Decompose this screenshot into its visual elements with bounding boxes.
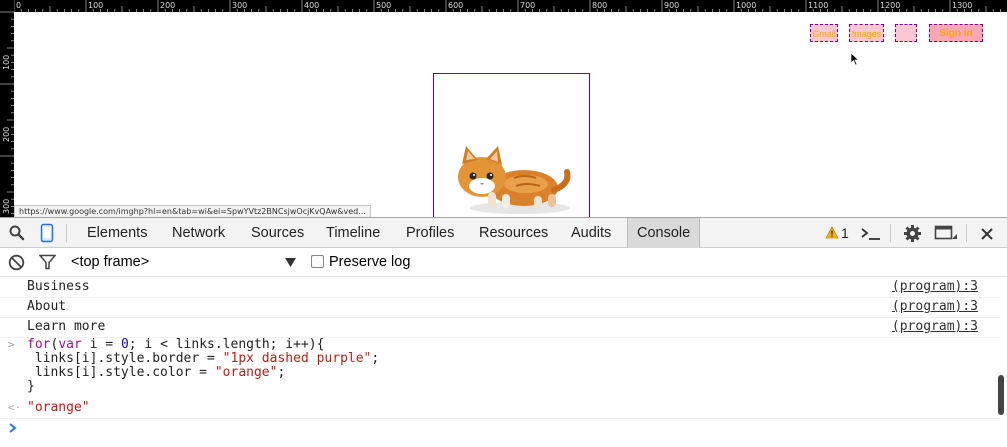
console-message: Learn more bbox=[27, 319, 106, 334]
ruler-label: 1100 bbox=[808, 1, 828, 10]
tab-timeline[interactable]: Timeline bbox=[326, 218, 380, 248]
ruler-label: 400 bbox=[304, 1, 319, 10]
list-item: Business (program):3 bbox=[0, 277, 1000, 298]
kitten-image bbox=[458, 146, 571, 214]
source-link[interactable]: (program):3 bbox=[892, 279, 978, 294]
clear-console-icon[interactable] bbox=[8, 254, 25, 271]
gmail-link[interactable]: Gmail bbox=[810, 24, 838, 42]
preserve-log-checkbox[interactable] bbox=[311, 255, 324, 268]
tab-elements[interactable]: Elements bbox=[87, 218, 147, 248]
toolbar-divider bbox=[890, 224, 891, 242]
source-link[interactable]: (program):3 bbox=[892, 299, 978, 314]
warning-count[interactable]: 1 bbox=[841, 218, 849, 248]
ruler-label: 700 bbox=[520, 1, 535, 10]
images-link[interactable]: Images bbox=[849, 24, 884, 42]
sign-in-button[interactable]: Sign in bbox=[929, 24, 983, 42]
devtools-panel: Elements Network Sources Timeline Profil… bbox=[0, 217, 1007, 447]
console-filterbar: <top frame> Preserve log bbox=[0, 248, 1007, 277]
toolbar-divider bbox=[66, 224, 67, 242]
input-prompt-icon: > bbox=[8, 338, 15, 351]
result-arrow-icon: <· bbox=[8, 401, 22, 414]
ruler-label: 100 bbox=[88, 1, 103, 10]
frame-selector[interactable]: <top frame> bbox=[71, 254, 149, 270]
tab-console[interactable]: Console bbox=[627, 218, 701, 248]
console-input-code: for(var i = 0; i < links.length; i++){ l… bbox=[27, 337, 380, 394]
console-prompt-input[interactable] bbox=[27, 419, 987, 441]
chevron-down-icon[interactable] bbox=[285, 258, 296, 267]
close-icon[interactable] bbox=[980, 227, 994, 241]
list-item: About (program):3 bbox=[0, 297, 1000, 318]
ruler-label: 200 bbox=[2, 127, 11, 142]
tab-network[interactable]: Network bbox=[172, 218, 225, 248]
ruler-label: 0 bbox=[16, 1, 21, 10]
ruler-label: 300 bbox=[2, 199, 11, 214]
ruler-label: 600 bbox=[448, 1, 463, 10]
device-mode-icon[interactable] bbox=[40, 223, 54, 243]
console-message: About bbox=[27, 299, 67, 314]
dock-side-icon[interactable] bbox=[934, 225, 958, 243]
ruler-label: 500 bbox=[376, 1, 391, 10]
list-item: Learn more (program):3 bbox=[0, 317, 1000, 338]
preserve-log-label[interactable]: Preserve log bbox=[329, 254, 410, 270]
page-viewport: Gmail Images Sign in bbox=[14, 12, 1007, 217]
ruler-top: 0 100 200 300 400 500 600 700 800 900 1000 1100 1200… bbox=[0, 0, 1007, 12]
image-result-box[interactable] bbox=[433, 73, 590, 217]
mouse-cursor-icon bbox=[850, 52, 860, 66]
ruler-label: 100 bbox=[2, 55, 11, 70]
source-link[interactable]: (program):3 bbox=[892, 319, 978, 334]
prompt-chevron-icon bbox=[9, 423, 17, 433]
warning-icon[interactable] bbox=[825, 226, 839, 239]
search-icon[interactable] bbox=[9, 225, 25, 241]
console-output[interactable]: Business (program):3 About (program):3 L… bbox=[0, 277, 1007, 447]
tab-profiles[interactable]: Profiles bbox=[406, 218, 454, 248]
ruler-label: 900 bbox=[664, 1, 679, 10]
tab-resources[interactable]: Resources bbox=[479, 218, 548, 248]
ruler-left: 100 200 300 bbox=[0, 0, 14, 217]
ruler-label: 200 bbox=[160, 1, 175, 10]
devtools-tabbar: Elements Network Sources Timeline Profil… bbox=[0, 217, 1007, 248]
ruler-label: 1300 bbox=[952, 1, 972, 10]
tab-audits[interactable]: Audits bbox=[571, 218, 611, 248]
ruler-label: 1200 bbox=[880, 1, 900, 10]
console-message: Business bbox=[27, 279, 90, 294]
filter-icon[interactable] bbox=[39, 254, 56, 270]
console-drawer-icon[interactable] bbox=[860, 227, 882, 241]
toolbar-divider bbox=[966, 224, 967, 242]
ruler-label: 300 bbox=[232, 1, 247, 10]
ruler-label: 800 bbox=[592, 1, 607, 10]
tab-sources[interactable]: Sources bbox=[251, 218, 304, 248]
scrollbar[interactable] bbox=[998, 375, 1004, 415]
ruler-label: 1000 bbox=[736, 1, 756, 10]
console-result: "orange" bbox=[27, 400, 90, 415]
gear-icon[interactable] bbox=[903, 224, 922, 243]
apps-link[interactable] bbox=[895, 24, 917, 42]
